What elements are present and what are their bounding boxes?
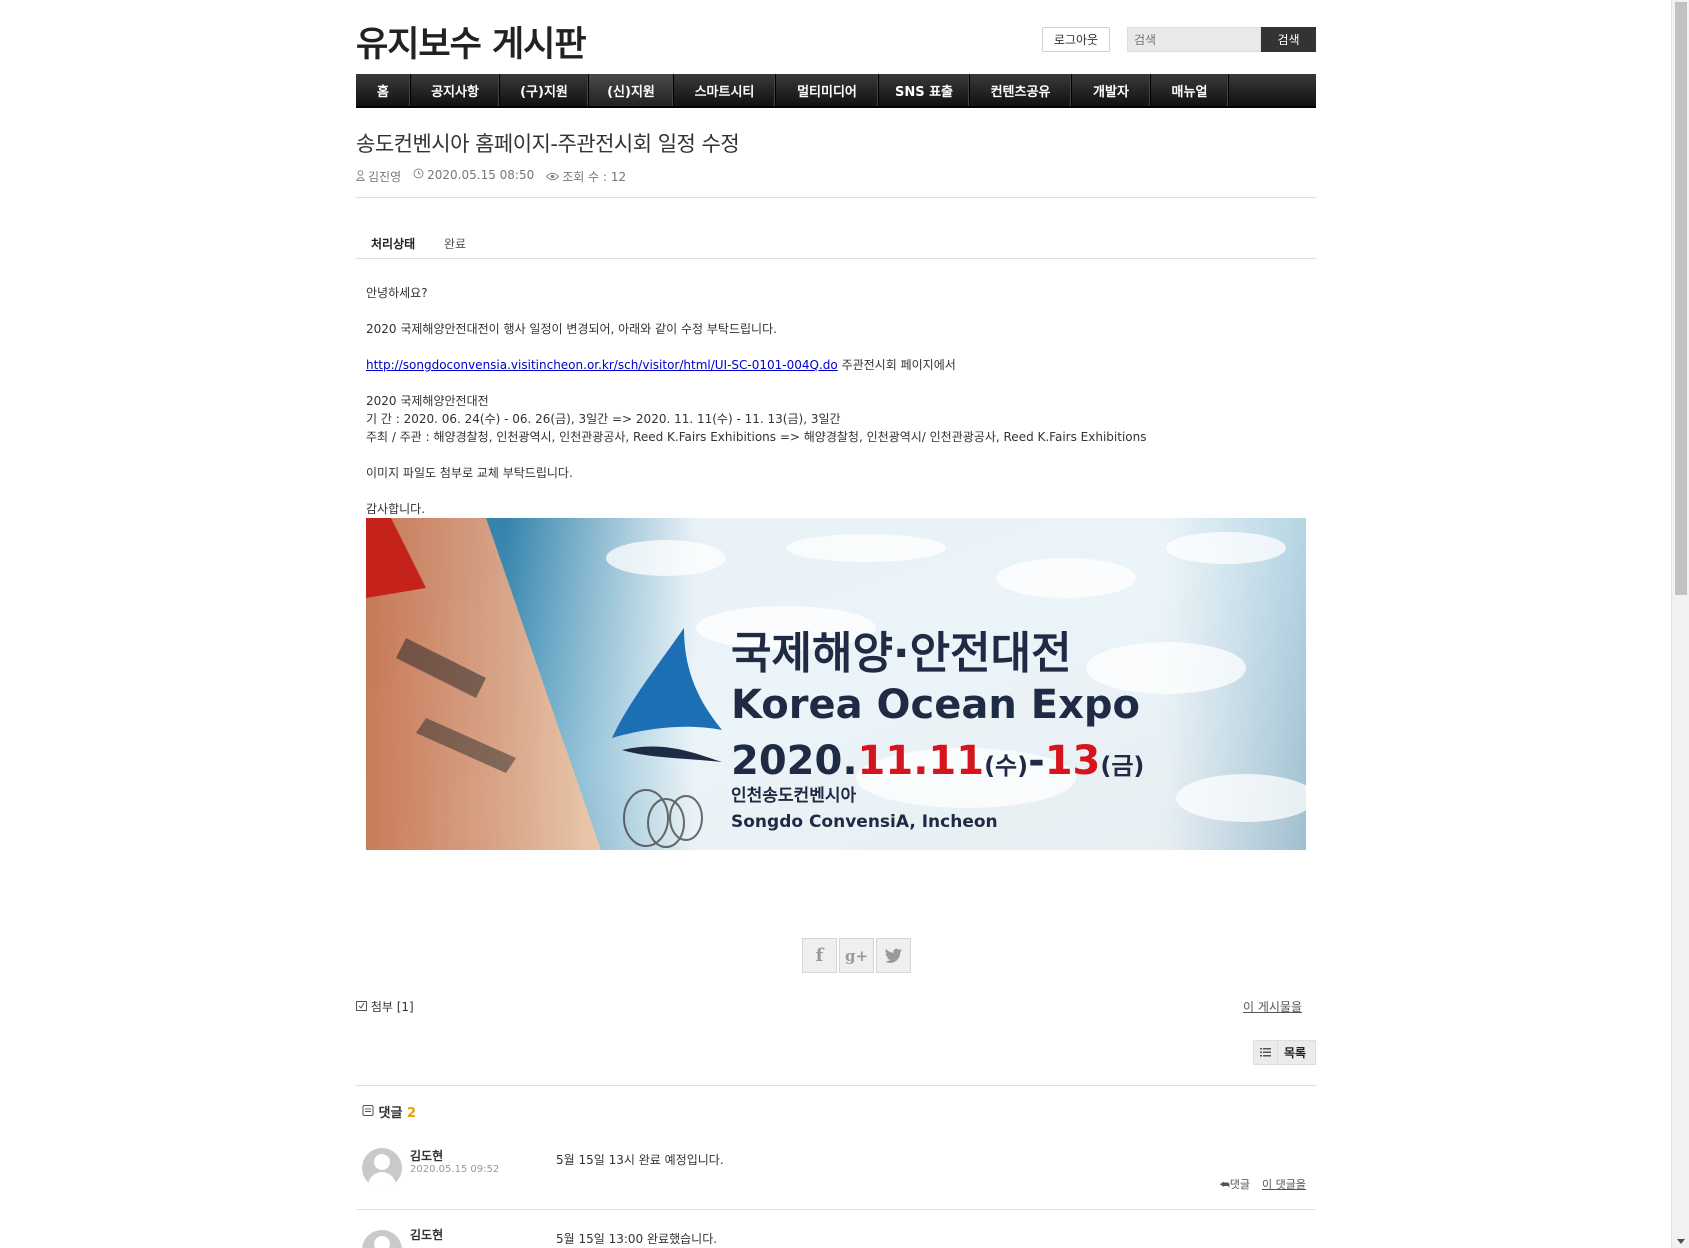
this-comment-link[interactable]: 이 댓글을	[1262, 1176, 1306, 1192]
page-scrollbar[interactable]	[1671, 0, 1689, 1248]
post-body: 안녕하세요? 2020 국제해양안전대전이 행사 일정이 변경되어, 아래와 같…	[366, 284, 1306, 518]
status-value: 완료	[444, 237, 467, 251]
comment-author[interactable]: 김도현	[410, 1147, 443, 1164]
post-views: 조회 수 : 12	[546, 168, 626, 185]
expo-banner-image: 국제해양·안전대전 Korea Ocean Expo 2020.11.11(수)…	[366, 518, 1306, 850]
eye-icon	[546, 170, 560, 184]
post-datetime: 2020.05.15 08:50	[413, 168, 534, 185]
facebook-icon[interactable]: f	[802, 938, 837, 973]
list-icon	[1254, 1041, 1278, 1064]
comment-text: 5월 15일 13시 완료 예정입니다.	[556, 1153, 724, 1167]
status-row: 처리상태 완료	[356, 233, 1316, 259]
body-event-name: 2020 국제해양안전대전	[366, 394, 489, 408]
comment-author[interactable]: 김도현	[410, 1226, 443, 1243]
status-label: 처리상태	[371, 237, 416, 251]
post-meta: 김진영 2020.05.15 08:50 조회 수 : 12	[355, 168, 626, 185]
nav-item-manual[interactable]: 매뉴얼	[1151, 74, 1229, 106]
banner-dash: -	[1028, 738, 1045, 784]
comment-date: 2020.05.15 09:52	[410, 1164, 500, 1175]
banner-venue-ko: 인천송도컨벤시아	[731, 786, 856, 806]
post-title[interactable]: 송도컨벤시아 홈페이지-주관전시회 일정 수정	[356, 128, 740, 158]
body-link-line: http://songdoconvensia.visitincheon.or.k…	[366, 358, 956, 372]
nav-item-home[interactable]: 홈	[356, 74, 411, 106]
body-greeting: 안녕하세요?	[366, 286, 428, 300]
banner-venue-en: Songdo ConvensiA, Incheon	[731, 812, 998, 832]
nav-item-new-support[interactable]: (신)지원	[589, 74, 674, 106]
banner-title-en: Korea Ocean Expo	[731, 682, 1140, 728]
this-post-link[interactable]: 이 게시물을	[1243, 998, 1302, 1015]
comment-count: 2	[406, 1106, 417, 1121]
banner-date-start: 11.11	[858, 738, 985, 784]
banner-date-end: 13	[1045, 738, 1101, 784]
nav-item-sns[interactable]: SNS 표출	[879, 74, 970, 106]
banner-year: 2020.	[731, 738, 858, 784]
avatar	[362, 1230, 402, 1248]
logout-button[interactable]: 로그아웃	[1042, 27, 1110, 52]
svg-text:2020.11.11(수)-13(금): 2020.11.11(수)-13(금)	[731, 738, 1144, 784]
attachments[interactable]: 첨부 [1]	[356, 998, 414, 1015]
body-host: 주최 / 주관 : 해양경찰청, 인천광역시, 인천관광공사, Reed K.F…	[366, 430, 1147, 444]
comment-icon	[362, 1105, 379, 1121]
divider	[356, 197, 1316, 198]
scroll-down-arrow-icon[interactable]	[1677, 1239, 1685, 1244]
body-period: 기 간 : 2020. 06. 24(수) - 06. 26(금), 3일간 =…	[366, 412, 841, 426]
search-button[interactable]: 검색	[1261, 27, 1316, 52]
scrollbar-thumb[interactable]	[1675, 2, 1687, 595]
clock-icon	[413, 168, 424, 182]
reply-icon: ⮪	[1219, 1178, 1230, 1191]
site-title[interactable]: 유지보수 게시판	[356, 16, 587, 67]
nav-item-old-support[interactable]: (구)지원	[500, 74, 589, 106]
nav-item-notice[interactable]: 공지사항	[411, 74, 500, 106]
list-button[interactable]: 목록	[1253, 1040, 1316, 1065]
banner-start-day: (수)	[984, 752, 1028, 780]
divider	[356, 1085, 1316, 1086]
nav-item-multimedia[interactable]: 멀티미디어	[776, 74, 879, 106]
body-link[interactable]: http://songdoconvensia.visitincheon.or.k…	[366, 358, 838, 372]
body-image-note: 이미지 파일도 첨부로 교체 부탁드립니다.	[366, 466, 573, 480]
banner-end-day: (금)	[1100, 752, 1144, 780]
search-input[interactable]	[1127, 27, 1261, 52]
post-author[interactable]: 김진영	[355, 168, 401, 185]
user-icon	[355, 170, 366, 184]
divider	[356, 1209, 1316, 1210]
share-buttons: f g+	[802, 938, 911, 973]
comment-text: 5월 15일 13:00 완료했습니다.	[556, 1232, 718, 1246]
twitter-icon[interactable]	[876, 938, 911, 973]
reply-button[interactable]: ⮪댓글	[1220, 1176, 1250, 1192]
attachment-icon	[356, 1000, 371, 1014]
body-line1: 2020 국제해양안전대전이 행사 일정이 변경되어, 아래와 같이 수정 부탁…	[366, 322, 777, 336]
comments-header: 댓글 2	[362, 1102, 416, 1121]
nav-item-developer[interactable]: 개발자	[1072, 74, 1151, 106]
comment-actions: ⮪댓글 이 댓글을	[1220, 1176, 1306, 1192]
nav-item-smartcity[interactable]: 스마트시티	[674, 74, 776, 106]
main-nav: 홈 공지사항 (구)지원 (신)지원 스마트시티 멀티미디어 SNS 표출 컨텐…	[356, 74, 1316, 108]
nav-item-content-share[interactable]: 컨텐츠공유	[970, 74, 1072, 106]
google-plus-icon[interactable]: g+	[839, 938, 874, 973]
banner-title-ko: 국제해양·안전대전	[731, 628, 1072, 679]
body-thanks: 감사합니다.	[366, 502, 426, 516]
avatar	[362, 1148, 402, 1188]
